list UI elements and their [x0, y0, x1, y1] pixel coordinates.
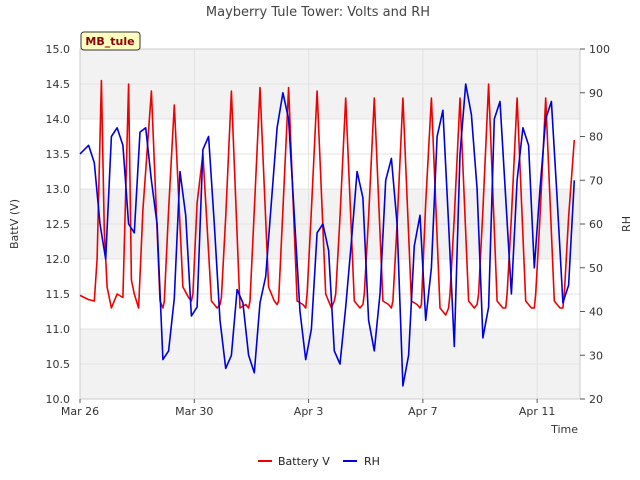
- right-tick-label: 70: [589, 174, 603, 187]
- x-tick-label: Mar 26: [61, 405, 99, 418]
- left-tick-label: 15.0: [46, 43, 71, 56]
- left-axis: 10.010.511.011.512.012.513.013.514.014.5…: [46, 43, 71, 406]
- left-tick-label: 12.5: [46, 218, 71, 231]
- right-tick-label: 60: [589, 218, 603, 231]
- left-tick-label: 12.0: [46, 253, 71, 266]
- x-tick-label: Mar 30: [175, 405, 213, 418]
- right-tick-label: 80: [589, 131, 603, 144]
- x-axis-label: Time: [550, 423, 578, 436]
- right-tick-label: 40: [589, 306, 603, 319]
- right-axis: 20 30 40 50 60 70 80 90 100: [580, 43, 610, 406]
- chart-title: Mayberry Tule Tower: Volts and RH: [206, 5, 430, 20]
- left-tick-label: 13.0: [46, 183, 71, 196]
- right-tick-label: 50: [589, 262, 603, 275]
- chart-canvas: 10.010.511.011.512.012.513.013.514.014.5…: [8, 5, 633, 468]
- left-tick-label: 11.0: [46, 323, 71, 336]
- x-axis: Mar 26 Mar 30 Apr 3 Apr 7 Apr 11: [61, 399, 556, 418]
- left-tick-label: 14.0: [46, 113, 71, 126]
- y-axis-left-label: BattV (V): [8, 199, 21, 249]
- right-tick-label: 100: [589, 43, 610, 56]
- legend-label-battery: Battery V: [278, 455, 330, 468]
- legend: Battery V RH: [258, 455, 380, 468]
- right-tick-label: 90: [589, 87, 603, 100]
- x-tick-label: Apr 7: [408, 405, 438, 418]
- station-badge: MB_tule: [80, 31, 141, 51]
- x-tick-label: Apr 3: [294, 405, 324, 418]
- right-tick-label: 20: [589, 393, 603, 406]
- left-tick-label: 13.5: [46, 148, 71, 161]
- x-tick-label: Apr 11: [519, 405, 556, 418]
- station-badge-label: MB_tule: [85, 35, 134, 48]
- left-tick-label: 10.5: [46, 358, 71, 371]
- right-tick-label: 30: [589, 349, 603, 362]
- y-axis-right-label: RH: [620, 216, 633, 232]
- left-tick-label: 11.5: [46, 288, 71, 301]
- left-tick-label: 14.5: [46, 78, 71, 91]
- legend-label-rh: RH: [364, 455, 380, 468]
